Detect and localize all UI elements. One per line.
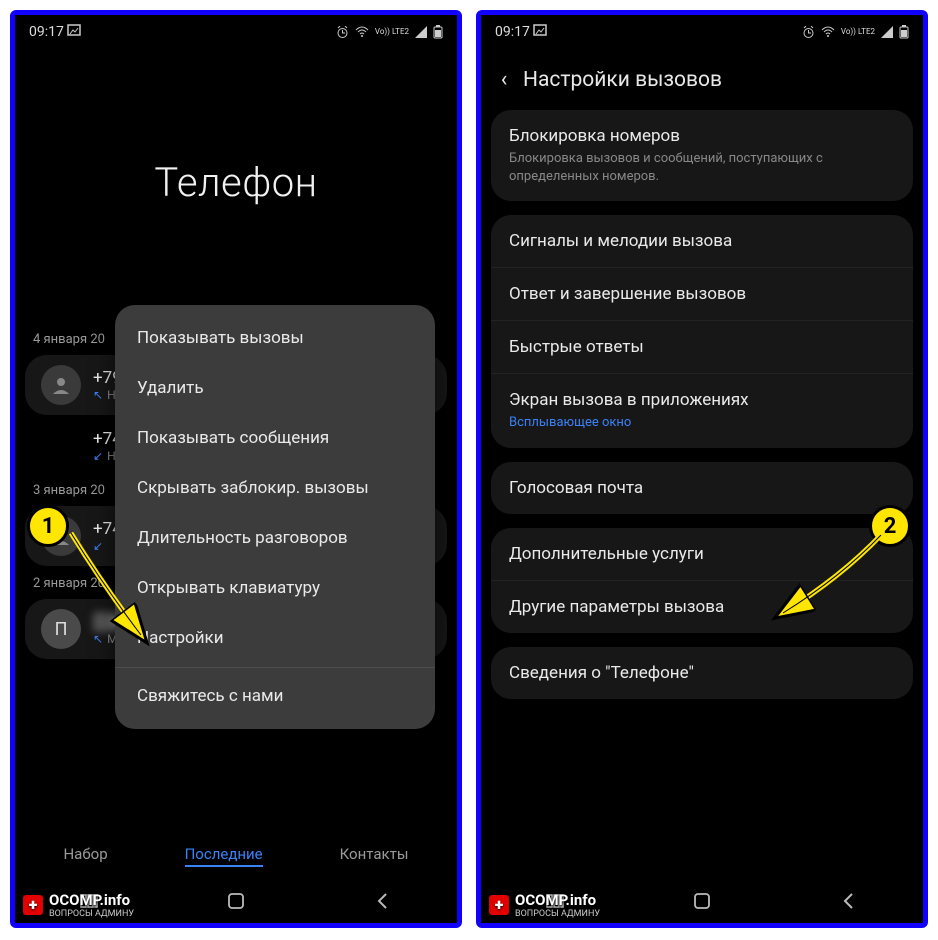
settings-header: ‹ Настройки вызовов [481,49,923,102]
status-left: 09:17 [495,24,547,40]
item-voicemail[interactable]: Голосовая почта [491,462,913,514]
bottom-tabs: Набор Последние Контакты [15,831,457,877]
item-about-phone[interactable]: Сведения о "Телефоне" [491,647,913,699]
item-call-screen-apps[interactable]: Экран вызова в приложениях Всплывающее о… [491,373,913,448]
item-title: Экран вызова в приложениях [509,390,895,410]
watermark: + OCOMP.info ВОПРОСЫ АДМИНУ [15,887,142,923]
plus-icon: + [23,895,43,915]
settings-card: Блокировка номеров Блокировка вызовов и … [491,110,913,201]
status-right: Vo)) LTE2 [336,25,443,39]
screenshot-icon [533,24,547,36]
item-answer-end[interactable]: Ответ и завершение вызовов [491,267,913,320]
item-ringtones[interactable]: Сигналы и мелодии вызова [491,215,913,267]
missed-icon: ↙ [93,449,103,463]
outgoing-icon: ↖ [93,388,103,402]
status-time: 09:17 [495,24,530,40]
menu-delete[interactable]: Удалить [115,363,435,413]
item-subtitle: Всплывающее окно [509,414,895,432]
watermark-sub: ВОПРОСЫ АДМИНУ [515,909,600,919]
battery-icon [433,25,443,39]
watermark-main: OCOMP.info [515,891,596,909]
screen-right: 09:17 Vo)) LTE2 ‹ Настройки вызовов Блок… [481,15,923,923]
plus-icon: + [489,895,509,915]
item-subtitle: Блокировка вызовов и сообщений, поступаю… [509,150,895,185]
menu-show-calls[interactable]: Показывать вызовы [115,313,435,363]
wifi-icon [355,26,369,38]
menu-show-messages[interactable]: Показывать сообщения [115,413,435,463]
status-time: 09:17 [29,24,64,40]
screenshot-icon [67,24,81,36]
home-button[interactable] [225,890,247,912]
signal-icon [881,26,893,38]
annotation-arrow-1 [63,525,173,655]
page-title: Телефон [15,159,457,206]
alarm-icon [802,26,815,39]
settings-card: Сведения о "Телефоне" [491,647,913,699]
back-icon[interactable]: ‹ [491,67,517,92]
tab-recent[interactable]: Последние [185,845,263,867]
battery-icon [899,25,909,39]
item-quick-replies[interactable]: Быстрые ответы [491,320,913,373]
statusbar: 09:17 Vo)) LTE2 [481,15,923,49]
annotation-arrow-2 [771,527,891,637]
home-button[interactable] [691,890,713,912]
lte-label: Vo)) LTE2 [375,28,409,36]
screen-left: 09:17 Vo)) LTE2 Телефон 4 января 20 +79 … [15,15,457,923]
phone-right: 09:17 Vo)) LTE2 ‹ Настройки вызовов Блок… [476,10,928,928]
watermark-main: OCOMP.info [49,891,130,909]
header-title: Настройки вызовов [523,68,722,92]
item-block-numbers[interactable]: Блокировка номеров Блокировка вызовов и … [491,110,913,201]
back-button[interactable] [372,890,394,912]
menu-contact-us[interactable]: Свяжитесь с нами [115,667,435,721]
settings-card: Голосовая почта [491,462,913,514]
statusbar: 09:17 Vo)) LTE2 [15,15,457,49]
watermark-sub: ВОПРОСЫ АДМИНУ [49,909,134,919]
status-left: 09:17 [29,24,81,40]
wifi-icon [821,26,835,38]
menu-hide-blocked[interactable]: Скрывать заблокир. вызовы [115,463,435,513]
lte-label: Vo)) LTE2 [841,28,875,36]
status-right: Vo)) LTE2 [802,25,909,39]
back-button[interactable] [838,890,860,912]
avatar [41,365,81,405]
phone-left: 09:17 Vo)) LTE2 Телефон 4 января 20 +79 … [10,10,462,928]
watermark: + OCOMP.info ВОПРОСЫ АДМИНУ [481,887,608,923]
item-title: Блокировка номеров [509,126,895,146]
settings-card: Сигналы и мелодии вызова Ответ и заверше… [491,215,913,448]
signal-icon [415,26,427,38]
options-menu: Показывать вызовы Удалить Показывать соо… [115,305,435,729]
alarm-icon [336,26,349,39]
tab-contacts[interactable]: Контакты [340,845,409,867]
tab-dial[interactable]: Набор [63,845,107,867]
